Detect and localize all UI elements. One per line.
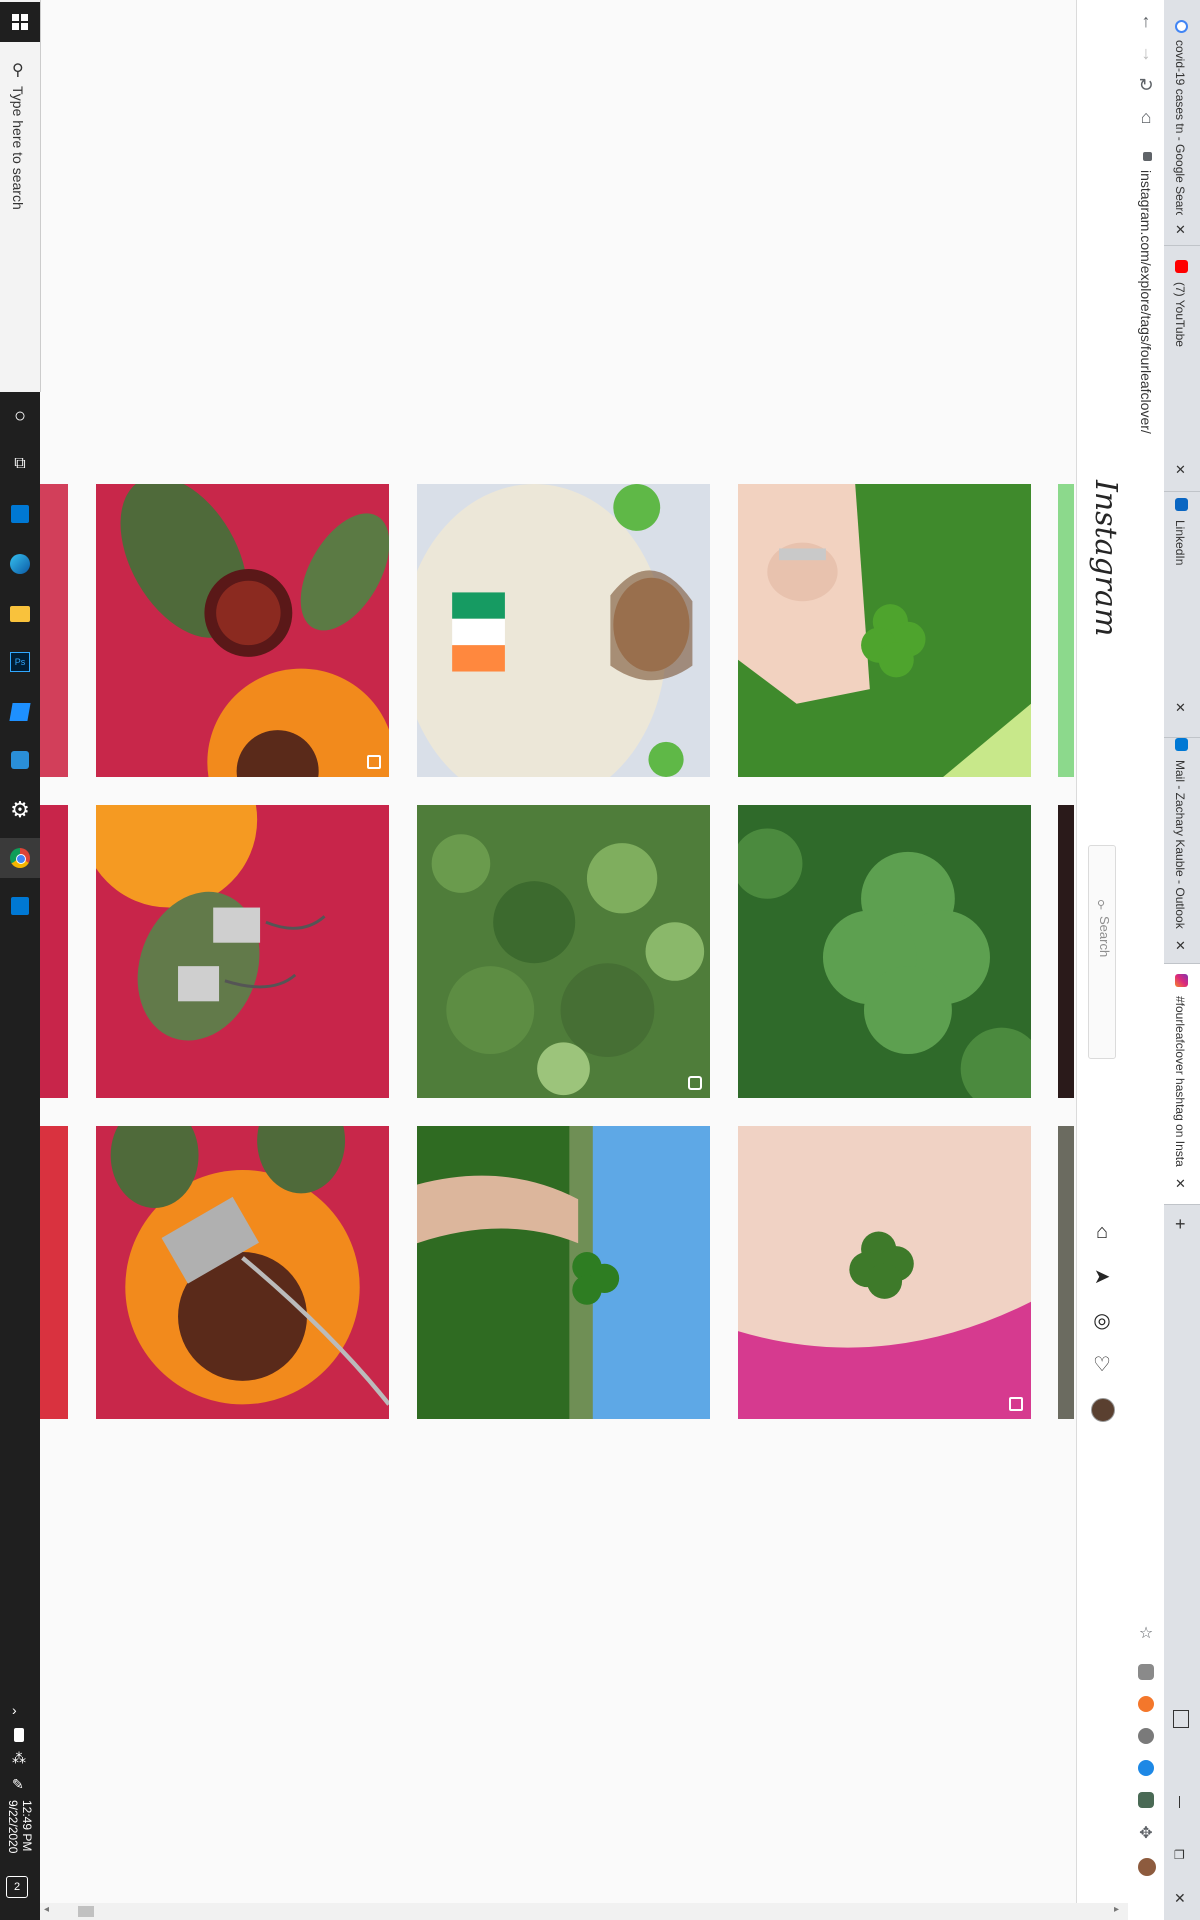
tab-google-search[interactable]: covid-19 cases tn - Google Search ✕ [1163, 0, 1200, 246]
google-favicon-icon [1175, 20, 1188, 33]
taskbar-search-placeholder: Type here to search [10, 86, 26, 210]
extension-icon[interactable] [1138, 1664, 1154, 1680]
app-icon[interactable] [0, 692, 40, 732]
tab-outlook[interactable]: Mail - Zachary Kauble - Outlook ✕ [1163, 738, 1200, 964]
notification-icon[interactable]: 2 [6, 1876, 28, 1898]
video-icon [688, 1076, 702, 1090]
tab-linkedin[interactable]: LinkedIn ✕ [1163, 492, 1200, 738]
activity-icon[interactable]: ♡ [1090, 1352, 1114, 1376]
search-icon: ⚲ [1097, 899, 1106, 911]
tab-instagram[interactable]: #fourleafclover hashtag on Insta ✕ [1163, 964, 1200, 1205]
partial-tile[interactable] [1058, 1126, 1074, 1419]
linkedin-favicon-icon [1175, 498, 1188, 511]
clock-date: 9/22/2020 [6, 1800, 20, 1854]
network-app-icon[interactable] [0, 740, 40, 780]
close-window-icon[interactable]: ✕ [1174, 1890, 1186, 1907]
new-tab-button[interactable]: + [1175, 1214, 1186, 1235]
store-icon[interactable] [0, 494, 40, 534]
address-bar[interactable]: instagram.com/explore/tags/fourleafclove… [1138, 170, 1154, 434]
pen-icon[interactable]: ✎ [12, 1776, 24, 1793]
chrome-icon[interactable] [0, 838, 40, 878]
multi-post-icon [1009, 1397, 1023, 1411]
instagram-logo[interactable]: Instagram [1088, 480, 1123, 636]
tab-title: LinkedIn [1173, 520, 1187, 566]
instagram-favicon-icon [1175, 974, 1188, 987]
tile-sunflower-ring[interactable] [96, 484, 389, 777]
tab-title: (7) YouTube [1173, 282, 1187, 347]
clock-time: 12:49 PM [20, 1800, 34, 1852]
tile-sky-clover[interactable] [417, 1126, 710, 1419]
outlook-favicon-icon [1175, 738, 1188, 751]
home-icon[interactable]: ⌂ [1090, 1220, 1114, 1244]
file-explorer-icon[interactable] [0, 594, 40, 634]
direct-icon[interactable]: ➤ [1090, 1264, 1114, 1288]
taskbar-clock[interactable]: 12:49 PM 9/22/2020 [6, 1800, 34, 1853]
lock-icon [1143, 152, 1152, 161]
partial-tile[interactable] [40, 805, 68, 1098]
extension-icon[interactable] [1138, 1760, 1154, 1776]
search-icon: ⚲ [12, 62, 24, 79]
scrollbar-thumb[interactable] [78, 1906, 94, 1917]
scroll-left-icon[interactable]: ◂ [44, 1904, 49, 1915]
back-icon[interactable]: ↑ [1135, 10, 1157, 32]
bookmark-star-icon[interactable]: ☆ [1135, 1622, 1157, 1644]
horizontal-scrollbar[interactable] [40, 1903, 1128, 1920]
extension-icon[interactable] [1138, 1792, 1154, 1808]
partial-tile[interactable] [40, 1126, 68, 1419]
close-icon[interactable]: ✕ [1175, 938, 1186, 954]
forward-icon[interactable]: ↓ [1135, 42, 1157, 64]
minimize-icon[interactable] [1179, 1796, 1180, 1808]
task-view-icon[interactable]: ⧉ [0, 444, 40, 484]
tray-chevron-icon[interactable]: › [12, 1702, 17, 1718]
tab-title: #fourleafclover hashtag on Insta [1173, 996, 1187, 1167]
tile-clover-patch[interactable] [417, 805, 710, 1098]
multi-post-icon [367, 755, 381, 769]
tab-title: Mail - Zachary Kauble - Outlook [1173, 760, 1187, 929]
home-browser-icon[interactable]: ⌂ [1135, 106, 1157, 128]
tile-sunflower-necklace[interactable] [96, 1126, 389, 1419]
youtube-favicon-icon [1175, 260, 1188, 273]
search-placeholder: Search [1097, 916, 1112, 958]
tab-search-icon[interactable] [1173, 1710, 1189, 1728]
close-icon[interactable]: ✕ [1175, 1176, 1186, 1192]
edge-icon[interactable] [0, 544, 40, 584]
cortana-icon[interactable]: ○ [0, 396, 40, 436]
extensions-puzzle-icon[interactable]: ✥ [1135, 1822, 1157, 1844]
partial-tile[interactable] [40, 484, 68, 777]
remote-desktop-icon[interactable] [0, 886, 40, 926]
explore-icon[interactable]: ◎ [1090, 1308, 1114, 1332]
extension-icon[interactable] [1138, 1696, 1154, 1712]
battery-icon[interactable] [14, 1728, 24, 1742]
restore-icon[interactable]: ❐ [1174, 1848, 1185, 1862]
tile-irish-flag-man[interactable] [417, 484, 710, 777]
extension-icon[interactable] [1138, 1728, 1154, 1744]
tab-youtube[interactable]: (7) YouTube ✕ [1163, 246, 1200, 492]
close-icon[interactable]: ✕ [1175, 222, 1186, 238]
profile-avatar-icon[interactable] [1138, 1858, 1156, 1876]
photoshop-icon[interactable]: Ps [0, 642, 40, 682]
network-icon[interactable]: ⁂ [12, 1750, 26, 1767]
close-icon[interactable]: ✕ [1175, 700, 1186, 716]
partial-tile[interactable] [1058, 484, 1074, 777]
tile-clover-closeup[interactable] [738, 805, 1031, 1098]
settings-icon[interactable]: ⚙ [0, 790, 40, 830]
profile-avatar[interactable] [1091, 1398, 1115, 1422]
search-input[interactable]: ⚲ Search [1088, 845, 1116, 1059]
reload-icon[interactable]: ↻ [1135, 74, 1157, 96]
tile-palm-clover[interactable] [738, 1126, 1031, 1419]
taskbar-search-box[interactable]: ⚲ Type here to search [0, 0, 41, 392]
browser-tab-strip: covid-19 cases tn - Google Search ✕ (7) … [1163, 0, 1200, 1920]
windows-start-icon[interactable] [0, 2, 40, 42]
notification-count: 2 [13, 1881, 21, 1893]
tab-title: covid-19 cases tn - Google Search [1173, 40, 1187, 215]
tile-hand-clover[interactable] [738, 484, 1031, 777]
scroll-right-icon[interactable]: ▸ [1114, 1904, 1119, 1915]
partial-tile[interactable] [1058, 805, 1074, 1098]
close-icon[interactable]: ✕ [1175, 462, 1186, 478]
tile-sunflower-earrings[interactable] [96, 805, 389, 1098]
